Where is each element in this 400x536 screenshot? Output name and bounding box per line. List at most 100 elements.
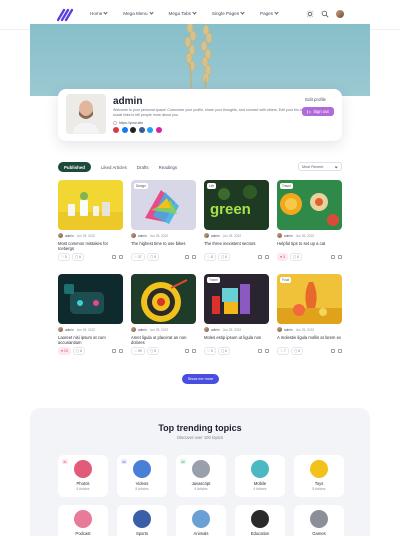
comment-button[interactable]: ▢ 5 xyxy=(146,347,159,355)
author-name[interactable]: admin xyxy=(211,328,220,332)
share-icon[interactable] xyxy=(258,348,262,353)
article-date: Jun 25, 2022 xyxy=(149,327,169,332)
article-meta: admin Jun 25, 2022 xyxy=(58,233,123,238)
share-icon[interactable] xyxy=(185,348,189,353)
comment-button[interactable]: ▢ 6 xyxy=(71,253,85,261)
topic-card-photos[interactable]: #1 Photos 5 Articles xyxy=(58,455,108,497)
facebook-icon[interactable] xyxy=(121,127,128,133)
category-tag[interactable]: Travel xyxy=(207,277,220,283)
youtube-icon[interactable] xyxy=(113,127,119,133)
like-button[interactable]: ♥ 3 xyxy=(277,253,288,261)
share-icon[interactable] xyxy=(112,254,116,259)
search-icon[interactable] xyxy=(321,10,329,18)
user-avatar[interactable] xyxy=(336,10,344,18)
share-icon[interactable] xyxy=(331,348,335,353)
share-icon[interactable] xyxy=(331,254,335,259)
nav-single-pages[interactable]: Single Pages xyxy=(212,10,245,16)
author-name[interactable]: admin xyxy=(138,328,147,332)
nav-home[interactable]: Home xyxy=(90,10,108,16)
topic-card-education[interactable]: Education xyxy=(235,505,285,536)
tab-liked-articles[interactable]: Liked Articles xyxy=(101,165,127,170)
comment-count: 6 xyxy=(298,348,301,353)
like-button[interactable]: ♡ 5 xyxy=(204,347,216,355)
topic-card-mobile[interactable]: Mobile 6 Articles xyxy=(235,455,285,497)
comment-button[interactable]: ▢ 6 xyxy=(289,253,303,261)
topic-card-podcast[interactable]: Podcast xyxy=(58,505,108,536)
article-card[interactable]: Travel admin Jun 25, 2022 Helpful tips to… xyxy=(277,180,342,261)
bookmark-icon[interactable] xyxy=(265,254,269,259)
nav-pages[interactable]: Pages xyxy=(260,10,279,16)
like-button[interactable]: ♡ 8 xyxy=(204,253,216,261)
article-title[interactable]: The highest time to use bikes xyxy=(131,241,196,251)
like-button[interactable]: ♡ 59 xyxy=(131,347,145,355)
linkedin-icon[interactable] xyxy=(138,127,145,133)
comment-button[interactable]: ▢ 6 xyxy=(217,253,231,261)
article-card[interactable]: Design admin Jun 25, 2022 The highest tim… xyxy=(131,180,196,261)
share-icon[interactable] xyxy=(258,254,262,259)
bookmark-icon[interactable] xyxy=(338,254,342,259)
like-button[interactable]: ♥ 23 xyxy=(58,347,71,355)
category-tag[interactable]: Travel xyxy=(280,183,293,189)
github-icon[interactable] xyxy=(130,127,136,133)
author-name[interactable]: admin xyxy=(65,234,74,238)
comment-button[interactable]: ▢ 6 xyxy=(290,347,304,355)
sort-select[interactable]: Most Recent xyxy=(298,162,342,171)
comment-button[interactable]: ▢ 6 xyxy=(72,347,85,355)
instagram-icon[interactable] xyxy=(155,127,162,133)
topic-card-animals[interactable]: Animals xyxy=(176,505,226,536)
topic-card-javascript[interactable]: #3 Javascript 6 Articles xyxy=(176,455,226,497)
nav-mega-menu[interactable]: Mega Menu xyxy=(123,10,154,16)
bookmark-icon[interactable] xyxy=(119,254,123,259)
tab-drafts[interactable]: Drafts xyxy=(137,165,149,170)
article-card[interactable]: Food admin Jun 25, 2022 A molestie ligula… xyxy=(277,274,342,355)
profile-name: admin xyxy=(113,96,143,107)
bookmark-icon[interactable] xyxy=(192,348,196,353)
article-card[interactable]: green Life admin Jun 25, 2022 The three i… xyxy=(204,180,269,261)
topic-card-toys[interactable]: Toys 8 Articles xyxy=(294,455,344,497)
article-title[interactable]: Laoreet nisi ipsum at cum accusantium xyxy=(58,335,123,345)
article-title[interactable]: Amet ligula ut placerat an non dolores xyxy=(131,335,196,345)
sign-out-button[interactable]: Sign out xyxy=(302,107,334,116)
nav-mega-tabs[interactable]: Mega Tabs xyxy=(169,10,197,16)
article-title[interactable]: Most common mistakes for Icebergs xyxy=(58,241,123,251)
topic-card-games[interactable]: Games xyxy=(294,505,344,536)
author-name[interactable]: admin xyxy=(138,234,147,238)
comment-button[interactable]: ▢ 5 xyxy=(146,253,159,261)
author-name[interactable]: admin xyxy=(65,328,74,332)
article-card[interactable]: Travel admin Jun 25, 2022 Moles estip ips… xyxy=(204,274,269,355)
article-title[interactable]: The three inexistent sectors xyxy=(204,241,269,251)
category-tag[interactable]: Design xyxy=(134,183,148,189)
show-more-button[interactable]: Show me more xyxy=(182,374,219,384)
nav-label: Home xyxy=(90,11,103,16)
bookmark-icon[interactable] xyxy=(265,348,269,353)
tab-readings[interactable]: Readings xyxy=(159,165,178,170)
article-title[interactable]: A molestie ligula mollis at lorem ex xyxy=(277,335,342,345)
sun-icon[interactable] xyxy=(306,10,314,18)
category-tag[interactable]: Food xyxy=(280,277,292,283)
share-icon[interactable] xyxy=(112,348,116,353)
author-name[interactable]: admin xyxy=(284,328,293,332)
edit-profile-link[interactable]: Edit profile xyxy=(305,97,326,102)
article-card[interactable]: admin Jun 25, 2022 Laoreet nisi ipsum at … xyxy=(58,274,123,355)
bookmark-icon[interactable] xyxy=(192,254,196,259)
twitter-icon[interactable] xyxy=(147,127,153,133)
category-tag[interactable]: Life xyxy=(207,183,217,189)
article-card[interactable]: admin Jun 25, 2022 Most common mistakes f… xyxy=(58,180,123,261)
share-icon[interactable] xyxy=(185,254,189,259)
bookmark-icon[interactable] xyxy=(119,348,123,353)
author-name[interactable]: admin xyxy=(211,234,220,238)
article-title[interactable]: Moles estip ipsum ut ligula non xyxy=(204,335,269,345)
comment-button[interactable]: ▢ 6 xyxy=(217,347,231,355)
author-name[interactable]: admin xyxy=(284,234,293,238)
bookmark-icon[interactable] xyxy=(338,348,342,353)
logo-icon[interactable] xyxy=(57,8,73,22)
like-button[interactable]: ♡ 7 xyxy=(277,347,289,355)
like-button[interactable]: ♡ 37 xyxy=(131,253,145,261)
topic-card-sports[interactable]: Sports xyxy=(117,505,167,536)
article-title[interactable]: Helpful tips to set up a cat xyxy=(277,241,342,251)
topic-card-videos[interactable]: #2 Videos 8 Articles xyxy=(117,455,167,497)
profile-website[interactable]: https://your.site xyxy=(113,121,143,125)
article-card[interactable]: admin Jun 25, 2022 Amet ligula ut placera… xyxy=(131,274,196,355)
tab-published[interactable]: Published xyxy=(58,162,91,172)
like-button[interactable]: ♡ 5 xyxy=(58,253,70,261)
